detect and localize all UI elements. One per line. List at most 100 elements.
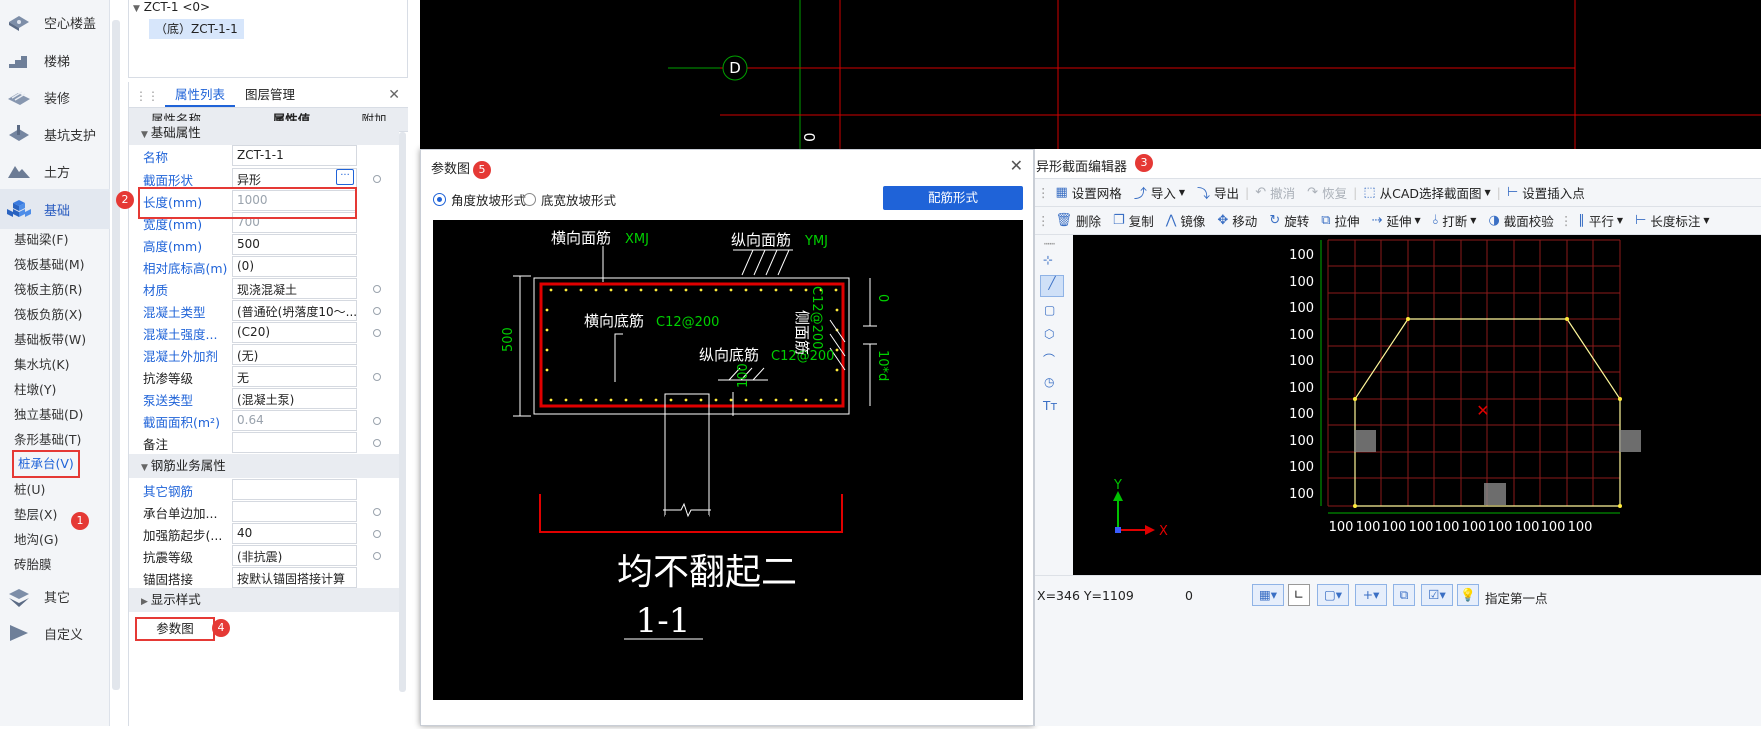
tree-item-selected[interactable]: （底）ZCT-1-1 bbox=[149, 19, 244, 39]
circle-tool-icon[interactable]: ◷ bbox=[1044, 375, 1054, 389]
prop-value-input[interactable]: 40 bbox=[232, 523, 357, 544]
nav-sub-sump[interactable]: 集水坑(K) bbox=[14, 354, 69, 376]
redo-button[interactable]: ↷ 恢复 bbox=[1307, 183, 1347, 202]
nav-sub-trench[interactable]: 地沟(G) bbox=[14, 529, 58, 551]
attach-checkbox[interactable] bbox=[373, 373, 381, 381]
length-dim-button[interactable]: ⊢ 长度标注 ▼ bbox=[1635, 211, 1710, 230]
snap-toggle[interactable]: ▢▾ bbox=[1317, 584, 1349, 606]
export-button[interactable]: ⤵ 导出 bbox=[1197, 183, 1239, 202]
prop-value-input[interactable]: ZCT-1-1 bbox=[232, 145, 357, 166]
prop-value-input[interactable]: (普通砼(坍落度10～... bbox=[232, 300, 357, 321]
prop-value-input[interactable] bbox=[232, 479, 357, 500]
delete-button[interactable]: 🗑 删除 bbox=[1056, 211, 1102, 230]
set-insert-point-button[interactable]: ⊢ 设置插入点 bbox=[1507, 183, 1585, 202]
prop-value-input[interactable]: 无 bbox=[232, 366, 357, 387]
ellipsis-button[interactable]: ··· bbox=[336, 169, 354, 185]
nav-cat-earthwork[interactable]: 土方 bbox=[0, 151, 110, 191]
nav-sub-isolated-footing[interactable]: 独立基础(D) bbox=[14, 404, 83, 426]
prop-value-input[interactable]: 0.64 bbox=[232, 410, 357, 431]
prop-value-input[interactable] bbox=[232, 432, 357, 453]
rect-tool-icon[interactable]: ▢ bbox=[1044, 303, 1055, 317]
nav-cat-hollow-slab[interactable]: 空心楼盖 bbox=[0, 2, 110, 42]
attach-checkbox[interactable] bbox=[373, 439, 381, 447]
prop-value-input[interactable]: (0) bbox=[232, 256, 357, 277]
extend-button[interactable]: ⇢ 延伸 ▼ bbox=[1372, 211, 1421, 230]
param-diagram-button[interactable]: 参数图 bbox=[135, 617, 215, 641]
point-tool-icon[interactable]: ⊹ bbox=[1043, 253, 1053, 267]
nav-sub-brick-mould[interactable]: 砖胎膜 bbox=[14, 554, 52, 576]
move-button[interactable]: ✥ 移动 bbox=[1217, 211, 1257, 230]
prop-value-input[interactable]: (非抗震) bbox=[232, 545, 357, 566]
close-icon[interactable]: ✕ bbox=[388, 87, 400, 103]
nav-cat-other[interactable]: 其它 bbox=[0, 576, 110, 616]
polar-toggle[interactable]: ⧉ bbox=[1393, 584, 1415, 606]
grid-toggle[interactable]: ▦▾ bbox=[1252, 584, 1284, 606]
set-grid-button[interactable]: ▦ 设置网格 bbox=[1056, 183, 1122, 202]
prop-value-input[interactable]: (无) bbox=[232, 344, 357, 365]
mirror-button[interactable]: ⋀ 镜像 bbox=[1166, 211, 1206, 230]
attach-checkbox[interactable] bbox=[373, 307, 381, 315]
section-check-button[interactable]: ◑ 截面校验 bbox=[1488, 211, 1553, 230]
attach-checkbox[interactable] bbox=[373, 552, 381, 560]
attach-checkbox[interactable] bbox=[373, 175, 381, 183]
nav-sub-raft[interactable]: 筏板基础(M) bbox=[14, 254, 85, 276]
attach-checkbox[interactable] bbox=[373, 329, 381, 337]
grip-handle[interactable] bbox=[1484, 483, 1506, 505]
nav-sub-raft-neg-rebar[interactable]: 筏板负筋(X) bbox=[14, 304, 82, 326]
nav-cat-foundation[interactable]: 基础 bbox=[0, 189, 110, 229]
prop-value-input[interactable]: 现浇混凝土 bbox=[232, 278, 357, 299]
nav-sub-cushion[interactable]: 垫层(X) bbox=[14, 504, 57, 526]
nav-cat-decoration[interactable]: 装修 bbox=[0, 77, 110, 117]
nav-cat-stair[interactable]: 楼梯 bbox=[0, 40, 110, 80]
attach-checkbox[interactable] bbox=[373, 417, 381, 425]
prop-value-input[interactable]: 按默认锚固搭接计算 bbox=[232, 567, 357, 588]
nav-sub-foundation-beam[interactable]: 基础梁(F) bbox=[14, 229, 68, 251]
osnap-toggle[interactable]: ☑▾ bbox=[1421, 584, 1453, 606]
attach-checkbox[interactable] bbox=[373, 530, 381, 538]
rebar-form-button[interactable]: 配筋形式 bbox=[883, 186, 1023, 210]
hint-icon[interactable]: 💡 bbox=[1457, 584, 1479, 606]
import-button[interactable]: ⤴ 导入 ▼ bbox=[1134, 183, 1185, 202]
nav-sub-pier[interactable]: 柱墩(Y) bbox=[14, 379, 56, 401]
nav-sub-pile-cap[interactable]: 桩承台(V) bbox=[12, 450, 80, 478]
tab-property-list[interactable]: 属性列表 bbox=[165, 83, 236, 107]
prop-value-input[interactable]: (混凝土泵) bbox=[232, 388, 357, 409]
tab-layer-manage[interactable]: 图层管理 bbox=[235, 83, 305, 107]
drag-handle-icon[interactable]: ⋮⋮ bbox=[129, 89, 165, 107]
attach-checkbox[interactable] bbox=[373, 285, 381, 293]
nav-scrollbar[interactable] bbox=[112, 20, 120, 690]
ortho-toggle[interactable]: ∟ bbox=[1288, 584, 1310, 606]
param-diagram-canvas[interactable]: 横向面筋 XMJ 纵向面筋 YMJ 横向底筋 C12@200 纵向底筋 C12@… bbox=[433, 220, 1023, 700]
prop-value-input[interactable]: (C20) bbox=[232, 322, 357, 343]
radio-bottom-width-slope[interactable]: 底宽放坡形式 bbox=[523, 190, 616, 209]
select-from-cad-button[interactable]: ⬚ 从CAD选择截面图 ▼ bbox=[1363, 183, 1490, 202]
group-display[interactable]: ▶ 显示样式 bbox=[129, 588, 399, 612]
polygon-tool-icon[interactable]: ⬡ bbox=[1044, 327, 1054, 341]
prop-value-input[interactable]: 500 bbox=[232, 234, 357, 255]
section-edit-canvas[interactable]: ✕ 100 100 100 100 100 100 100 100 100 10… bbox=[1073, 235, 1761, 575]
nav-sub-pile[interactable]: 桩(U) bbox=[14, 479, 45, 501]
grip-handle[interactable] bbox=[1619, 430, 1641, 452]
radio-angle-slope[interactable]: 角度放坡形式 bbox=[433, 190, 526, 209]
parallel-button[interactable]: ∥ 平行 ▼ bbox=[1578, 211, 1623, 230]
group-basic[interactable]: ▼ 基础属性 bbox=[129, 121, 399, 145]
close-icon[interactable]: ✕ bbox=[1010, 156, 1023, 175]
tree-root[interactable]: ▼ ZCT-1 <0> bbox=[133, 0, 210, 14]
line-tool-icon[interactable]: ╱ bbox=[1040, 275, 1064, 297]
copy-button[interactable]: ❐ 复制 bbox=[1113, 211, 1154, 230]
props-scrollbar[interactable] bbox=[399, 132, 406, 692]
nav-sub-strip-footing[interactable]: 条形基础(T) bbox=[14, 429, 81, 451]
undo-button[interactable]: ↶ 撤消 bbox=[1255, 183, 1295, 202]
arc-tool-icon[interactable]: ⌒ bbox=[1043, 351, 1055, 368]
rotate-button[interactable]: ↻ 旋转 bbox=[1269, 211, 1309, 230]
dynamic-input-toggle[interactable]: +▾ bbox=[1355, 584, 1387, 606]
group-rebar[interactable]: ▼ 钢筋业务属性 bbox=[129, 454, 399, 478]
grip-handle[interactable] bbox=[1354, 430, 1376, 452]
nav-cat-custom[interactable]: 自定义 bbox=[0, 613, 110, 653]
nav-cat-pit-support[interactable]: 基坑支护 bbox=[0, 114, 110, 154]
nav-sub-raft-main-rebar[interactable]: 筏板主筋(R) bbox=[14, 279, 82, 301]
attach-checkbox[interactable] bbox=[373, 508, 381, 516]
nav-sub-foundation-strip[interactable]: 基础板带(W) bbox=[14, 329, 86, 351]
stretch-button[interactable]: ⧉ 拉伸 bbox=[1321, 211, 1359, 230]
prop-value-input[interactable] bbox=[232, 501, 357, 522]
